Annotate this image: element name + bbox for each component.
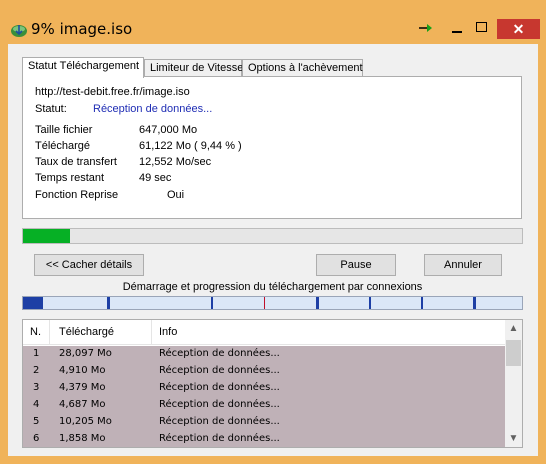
cell-info: Réception de données...: [159, 382, 280, 393]
file-size-label: Taille fichier: [35, 124, 93, 136]
transfer-rate-label: Taux de transfert: [35, 156, 117, 168]
cell-number: 4: [33, 399, 40, 410]
resume-label: Fonction Reprise: [35, 189, 119, 201]
column-divider[interactable]: [151, 320, 152, 345]
table-row[interactable]: 5 10,205 Mo Réception de données...: [23, 414, 506, 431]
table-header: N. Téléchargé Info: [23, 320, 506, 345]
maximize-button[interactable]: [470, 20, 492, 36]
cell-downloaded: 4,910 Mo: [59, 365, 106, 376]
table-row[interactable]: 4 4,687 Mo Réception de données...: [23, 397, 506, 414]
connection-segment-2: [107, 297, 110, 309]
hide-details-button[interactable]: << Cacher détails: [34, 254, 144, 276]
connection-segment-3: [211, 297, 213, 309]
cell-downloaded: 4,379 Mo: [59, 382, 106, 393]
connections-caption: Démarrage et progression du téléchargeme…: [122, 281, 423, 293]
column-header-number[interactable]: N.: [30, 326, 41, 338]
download-window: 9% image.iso ✕ Statut Téléchargement Lim…: [0, 0, 546, 464]
connection-segment-7: [473, 297, 476, 309]
download-url: http://test-debit.free.fr/image.iso: [35, 86, 190, 98]
column-divider[interactable]: [49, 320, 50, 345]
time-left-value: 49 sec: [139, 172, 172, 184]
scroll-down-arrow-icon[interactable]: ▼: [505, 430, 522, 447]
status-value: Réception de données...: [93, 103, 213, 115]
file-size-value: 647,000 Mo: [139, 124, 198, 136]
table-row[interactable]: 2 4,910 Mo Réception de données...: [23, 363, 506, 380]
connection-segment-5: [369, 297, 371, 309]
connection-segment-4: [316, 297, 319, 309]
connections-table: N. Téléchargé Info 1 28,097 Mo Réception…: [22, 319, 523, 448]
pin-icon[interactable]: [418, 21, 434, 35]
cell-number: 5: [33, 416, 40, 427]
close-button[interactable]: ✕: [497, 19, 540, 39]
download-progress-bar: [22, 228, 523, 244]
cell-downloaded: 4,687 Mo: [59, 399, 106, 410]
cell-number: 1: [33, 348, 40, 359]
minimize-button[interactable]: [446, 22, 468, 36]
cell-info: Réception de données...: [159, 348, 280, 359]
cell-info: Réception de données...: [159, 433, 280, 444]
cell-number: 3: [33, 382, 40, 393]
connections-progress-bar: [22, 296, 523, 310]
status-label: Statut:: [35, 103, 67, 115]
tab-speed-limiter[interactable]: Limiteur de Vitesse: [144, 59, 243, 77]
cell-downloaded: 10,205 Mo: [59, 416, 112, 427]
tab-completion-options[interactable]: Options à l'achèvement: [242, 59, 363, 77]
download-app-icon: [11, 25, 27, 37]
cell-number: 6: [33, 433, 40, 444]
time-left-label: Temps restant: [35, 172, 105, 184]
column-header-downloaded[interactable]: Téléchargé: [59, 326, 114, 338]
cell-info: Réception de données...: [159, 416, 280, 427]
cell-info: Réception de données...: [159, 365, 280, 376]
scroll-thumb[interactable]: [506, 340, 521, 366]
progress-fill: [23, 229, 71, 243]
window-title: 9% image.iso: [31, 20, 133, 38]
transfer-rate-value: 12,552 Mo/sec: [139, 156, 212, 168]
table-row[interactable]: 3 4,379 Mo Réception de données...: [23, 380, 506, 397]
tab-download-status[interactable]: Statut Téléchargement: [22, 57, 144, 78]
table-row[interactable]: 6 1,858 Mo Réception de données...: [23, 431, 506, 447]
title-bar[interactable]: 9% image.iso ✕: [0, 0, 546, 44]
table-scrollbar[interactable]: ▲ ▼: [505, 320, 522, 447]
cell-info: Réception de données...: [159, 399, 280, 410]
status-panel: http://test-debit.free.fr/image.iso Stat…: [22, 76, 522, 219]
table-row[interactable]: 1 28,097 Mo Réception de données...: [23, 346, 506, 363]
column-header-info[interactable]: Info: [159, 326, 177, 338]
downloaded-label: Téléchargé: [35, 140, 91, 152]
downloaded-value: 61,122 Mo ( 9,44 % ): [139, 140, 242, 152]
scroll-up-arrow-icon[interactable]: ▲: [505, 320, 522, 337]
cell-downloaded: 28,097 Mo: [59, 348, 112, 359]
cell-number: 2: [33, 365, 40, 376]
pause-button[interactable]: Pause: [316, 254, 396, 276]
connection-segment-6: [421, 297, 423, 309]
cancel-button[interactable]: Annuler: [424, 254, 502, 276]
cell-downloaded: 1,858 Mo: [59, 433, 106, 444]
connection-start-mark: [264, 297, 265, 309]
connection-segment-1: [23, 297, 43, 309]
resume-value: Oui: [167, 189, 185, 201]
